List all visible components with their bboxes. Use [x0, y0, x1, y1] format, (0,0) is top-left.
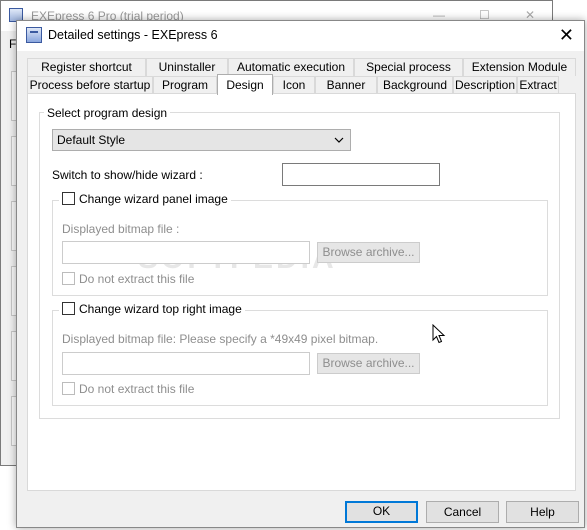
tab-program[interactable]: Program: [153, 76, 217, 94]
tab-register-shortcut[interactable]: Register shortcut: [27, 58, 146, 76]
mouse-cursor-icon: [432, 324, 446, 344]
tab-row-1: Register shortcut Uninstaller Automatic …: [27, 58, 576, 76]
tab-process-before-startup[interactable]: Process before startup: [27, 76, 153, 94]
detailed-settings-dialog: Detailed settings - EXEpress 6 ✕ Registe…: [16, 20, 585, 528]
top-right-image-legend: Change wizard top right image: [59, 302, 245, 316]
program-design-select[interactable]: Default Style: [52, 129, 351, 151]
tab-extract[interactable]: Extract: [517, 76, 559, 94]
tab-icon[interactable]: Icon: [273, 76, 315, 94]
tab-design[interactable]: Design: [217, 74, 273, 95]
top-right-image-field-label: Displayed bitmap file: Please specify a …: [62, 332, 379, 346]
top-right-image-browse-button[interactable]: Browse archive...: [317, 353, 420, 374]
panel-image-checkbox-label: Change wizard panel image: [79, 192, 228, 206]
tab-special-process[interactable]: Special process: [354, 58, 463, 76]
panel-image-no-extract-label: Do not extract this file: [79, 272, 195, 286]
dialog-titlebar: Detailed settings - EXEpress 6 ✕: [17, 21, 584, 51]
panel-image-browse-button[interactable]: Browse archive...: [317, 242, 420, 263]
wizard-toggle-field[interactable]: [282, 163, 440, 186]
top-right-image-path-input[interactable]: [62, 352, 310, 375]
tab-banner[interactable]: Banner: [315, 76, 377, 94]
panel-image-no-extract-checkbox[interactable]: [62, 272, 75, 285]
panel-image-legend: Change wizard panel image: [59, 192, 231, 206]
panel-image-checkbox[interactable]: [62, 192, 75, 205]
tab-uninstaller[interactable]: Uninstaller: [146, 58, 228, 76]
ok-button[interactable]: OK: [345, 501, 418, 523]
tab-row-2: Process before startup Program Design Ic…: [27, 74, 559, 95]
wizard-toggle-label: Switch to show/hide wizard :: [52, 168, 203, 182]
top-right-image-checkbox-label: Change wizard top right image: [79, 302, 242, 316]
cancel-button[interactable]: Cancel: [426, 501, 499, 523]
help-button[interactable]: Help: [506, 501, 579, 523]
tab-background[interactable]: Background: [377, 76, 453, 94]
group-label: Select program design: [44, 106, 171, 120]
panel-image-path-input[interactable]: [62, 241, 310, 264]
design-tab-panel: SOFTPEDIA Select program design Default …: [27, 93, 576, 491]
panel-image-field-label: Displayed bitmap file :: [62, 222, 180, 236]
top-right-image-no-extract-label: Do not extract this file: [79, 382, 195, 396]
program-design-value: Default Style: [57, 133, 126, 147]
close-icon[interactable]: ✕: [559, 24, 574, 46]
dialog-title: Detailed settings - EXEpress 6: [48, 28, 218, 42]
window-icon: [26, 27, 42, 43]
chevron-down-icon: [334, 137, 344, 143]
top-right-image-no-extract-checkbox[interactable]: [62, 382, 75, 395]
top-right-image-checkbox[interactable]: [62, 302, 75, 315]
tab-extension-module[interactable]: Extension Module: [463, 58, 576, 76]
tab-description[interactable]: Description: [453, 76, 517, 94]
